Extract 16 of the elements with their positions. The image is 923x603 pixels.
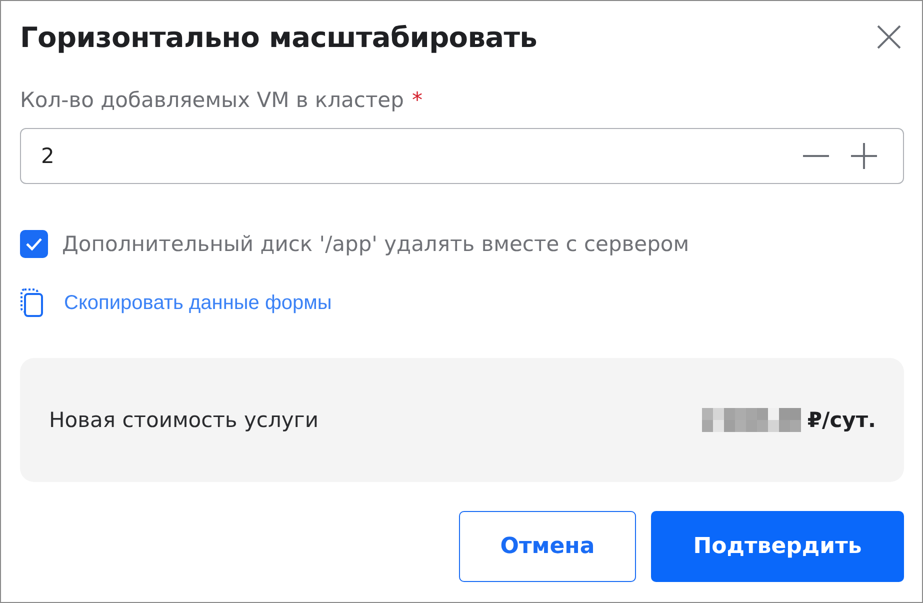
check-icon xyxy=(25,237,43,251)
cancel-button[interactable]: Отмена xyxy=(459,511,636,582)
price-unit: ₽/сут. xyxy=(807,408,876,432)
copy-icon xyxy=(20,288,44,318)
price-label: Новая стоимость услуги xyxy=(49,408,318,432)
copy-form-link[interactable]: Скопировать данные формы xyxy=(64,292,332,314)
required-mark: * xyxy=(412,88,422,112)
count-field[interactable]: 2 xyxy=(20,128,904,184)
checkbox-label: Дополнительный диск '/app' удалять вместе с сервером xyxy=(62,232,690,256)
minus-icon[interactable] xyxy=(803,154,829,158)
plus-icon[interactable] xyxy=(851,143,877,169)
checkbox[interactable] xyxy=(20,230,48,258)
field-label: Кол-во добавляемых VM в кластер xyxy=(20,88,404,112)
close-icon[interactable] xyxy=(876,24,902,50)
confirm-button[interactable]: Подтвердить xyxy=(651,511,904,582)
dialog-title: Горизонтально масштабировать xyxy=(20,20,538,54)
